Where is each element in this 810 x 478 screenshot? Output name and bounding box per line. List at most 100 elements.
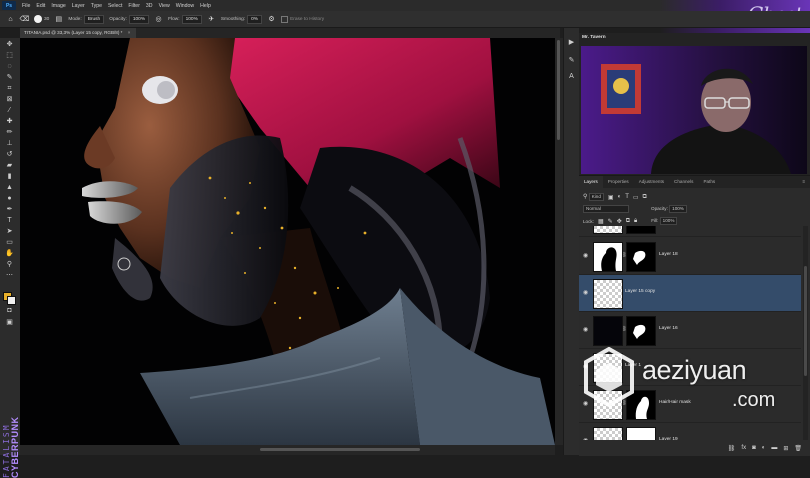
tab-channels[interactable]: Channels xyxy=(669,176,698,188)
blur-icon[interactable]: ▲ xyxy=(3,183,16,192)
brush-settings-icon[interactable]: ▤ xyxy=(54,15,63,24)
visibility-eye-icon[interactable]: ◉ xyxy=(583,363,588,370)
lock-artboard-icon[interactable]: ⧉ xyxy=(626,218,630,225)
pen-icon[interactable]: ✒ xyxy=(3,205,16,214)
link-layers-icon[interactable]: ⛓︎ xyxy=(728,445,736,452)
play-icon[interactable]: ▶ xyxy=(567,38,576,47)
brush-settings-icon[interactable]: ✎ xyxy=(567,56,576,65)
blend-mode-select[interactable]: Normal xyxy=(583,205,629,213)
path-select-icon[interactable]: ➤ xyxy=(3,227,16,236)
menu-type[interactable]: Type xyxy=(88,3,105,9)
history-brush-icon[interactable]: ↺ xyxy=(3,150,16,159)
eyedropper-icon[interactable]: ⁄ xyxy=(3,106,16,115)
gradient-icon[interactable]: ▮ xyxy=(3,172,16,181)
stamp-icon[interactable]: ⊥ xyxy=(3,139,16,148)
lock-transparent-icon[interactable]: ▦ xyxy=(598,218,604,225)
filter-shape-icon[interactable]: ▭ xyxy=(633,194,639,201)
dodge-icon[interactable]: ● xyxy=(3,194,16,203)
menu-window[interactable]: Window xyxy=(173,3,197,9)
menu-view[interactable]: View xyxy=(156,3,173,9)
more-icon[interactable]: ⋯ xyxy=(3,271,16,280)
menu-help[interactable]: Help xyxy=(197,3,214,9)
flow-input[interactable]: 100% xyxy=(181,14,202,24)
vertical-scrollbar[interactable] xyxy=(555,38,563,445)
pressure-opacity-icon[interactable]: ◎ xyxy=(154,15,163,24)
horizontal-scrollbar[interactable] xyxy=(20,445,555,455)
layer-row[interactable]: ◉ Layer 1 xyxy=(579,349,801,386)
healing-icon[interactable]: ✚ xyxy=(3,117,16,126)
add-mask-icon[interactable]: ◙ xyxy=(752,445,756,451)
kind-select[interactable]: Kind xyxy=(588,193,604,201)
lock-pixels-icon[interactable]: ✎ xyxy=(608,218,613,225)
scroll-thumb[interactable] xyxy=(260,448,420,451)
lock-position-icon[interactable]: ✥ xyxy=(617,218,622,225)
kind-filter[interactable]: ⚲ Kind xyxy=(583,193,604,201)
menu-filter[interactable]: Filter xyxy=(125,3,143,9)
tab-adjustments[interactable]: Adjustments xyxy=(634,176,669,188)
scroll-thumb[interactable] xyxy=(557,40,560,140)
rectangle-icon[interactable]: ▭ xyxy=(3,238,16,247)
brush-preset-picker[interactable]: 30 xyxy=(34,15,49,23)
visibility-eye-icon[interactable]: ◉ xyxy=(583,252,588,259)
crop-icon[interactable]: ⌗ xyxy=(3,84,16,93)
menu-select[interactable]: Select xyxy=(105,3,125,9)
smoothing-input[interactable]: 0% xyxy=(247,14,263,24)
frame-icon[interactable]: ⊠ xyxy=(3,95,16,104)
eraser-tool-preset-icon[interactable]: ⌫ xyxy=(20,15,30,24)
document-tab[interactable]: TITANIA.psd @ 33,3% (Layer 15 copy, RGB/… xyxy=(20,28,137,38)
delete-layer-icon[interactable]: 🗑︎ xyxy=(794,445,802,452)
close-tab-icon[interactable]: × xyxy=(128,30,131,35)
layer-row[interactable]: ◉ ⛓︎ Hair/Hair mask xyxy=(579,386,801,423)
layer-row-selected[interactable]: ◉ Layer 15 copy xyxy=(579,275,801,312)
visibility-eye-icon[interactable]: ◉ xyxy=(583,400,588,407)
marquee-icon[interactable]: ⬚ xyxy=(3,51,16,60)
adjustment-layer-icon[interactable]: ◐ xyxy=(762,445,766,451)
filter-adjustment-icon[interactable]: ◐ xyxy=(618,194,622,200)
panel-menu-icon[interactable]: ≡ xyxy=(797,176,810,188)
menu-layer[interactable]: Layer xyxy=(69,3,88,9)
background-color-swatch[interactable] xyxy=(7,296,16,305)
webcam-title: Mr. Tavern xyxy=(582,35,606,40)
scroll-thumb[interactable] xyxy=(804,266,807,376)
new-layer-icon[interactable]: ⊞ xyxy=(783,445,788,452)
opacity-input[interactable]: 100% xyxy=(128,14,150,24)
tab-layers[interactable]: Layers xyxy=(579,176,603,188)
layers-scrollbar[interactable] xyxy=(803,226,808,446)
airbrush-icon[interactable]: ✈ xyxy=(207,15,216,24)
visibility-eye-icon[interactable]: ◉ xyxy=(583,326,588,333)
menu-file[interactable]: File xyxy=(19,3,33,9)
menu-image[interactable]: Image xyxy=(48,3,68,9)
hand-icon[interactable]: ✋ xyxy=(3,249,16,258)
screen-mode-icon[interactable]: ▣ xyxy=(3,318,16,327)
menu-edit[interactable]: Edit xyxy=(33,3,48,9)
tab-properties[interactable]: Properties xyxy=(603,176,634,188)
type-icon[interactable]: T xyxy=(3,216,16,225)
lasso-icon[interactable]: ◌ xyxy=(3,62,16,71)
brush-icon[interactable]: ✏ xyxy=(3,128,16,137)
menu-3d[interactable]: 3D xyxy=(143,3,156,9)
new-group-icon[interactable]: ▬ xyxy=(771,445,777,451)
layer-opacity-input[interactable]: 100% xyxy=(669,205,687,213)
quick-select-icon[interactable]: ✎ xyxy=(3,73,16,82)
layer-row[interactable] xyxy=(579,226,801,237)
canvas[interactable] xyxy=(20,38,555,445)
visibility-eye-icon[interactable]: ◉ xyxy=(583,289,588,296)
layer-row[interactable]: ◉ ⛓︎ Layer 18 xyxy=(579,238,801,275)
layer-row[interactable]: ◉ ⛓︎ Layer 16 xyxy=(579,312,801,349)
lock-all-icon[interactable]: 🔒︎ xyxy=(634,218,637,225)
mode-select[interactable]: Brush xyxy=(83,14,105,24)
home-icon[interactable]: ⌂ xyxy=(6,15,15,24)
tab-paths[interactable]: Paths xyxy=(698,176,720,188)
filter-pixel-icon[interactable]: ▣ xyxy=(608,194,614,201)
fill-input[interactable]: 100% xyxy=(659,217,678,225)
filter-smart-icon[interactable]: ⧉ xyxy=(643,194,647,201)
gear-icon[interactable]: ⚙ xyxy=(267,15,276,24)
layer-style-icon[interactable]: fx xyxy=(741,445,746,451)
eraser-icon[interactable]: ▰ xyxy=(3,161,16,170)
zoom-icon[interactable]: ⚲ xyxy=(3,260,16,269)
filter-type-icon[interactable]: T xyxy=(625,194,629,200)
erase-to-history-checkbox[interactable]: Erase to History xyxy=(281,15,324,23)
character-icon[interactable]: A xyxy=(567,72,576,81)
move-icon[interactable]: ✥ xyxy=(3,40,16,49)
quick-mask-icon[interactable]: ◘ xyxy=(3,306,16,315)
